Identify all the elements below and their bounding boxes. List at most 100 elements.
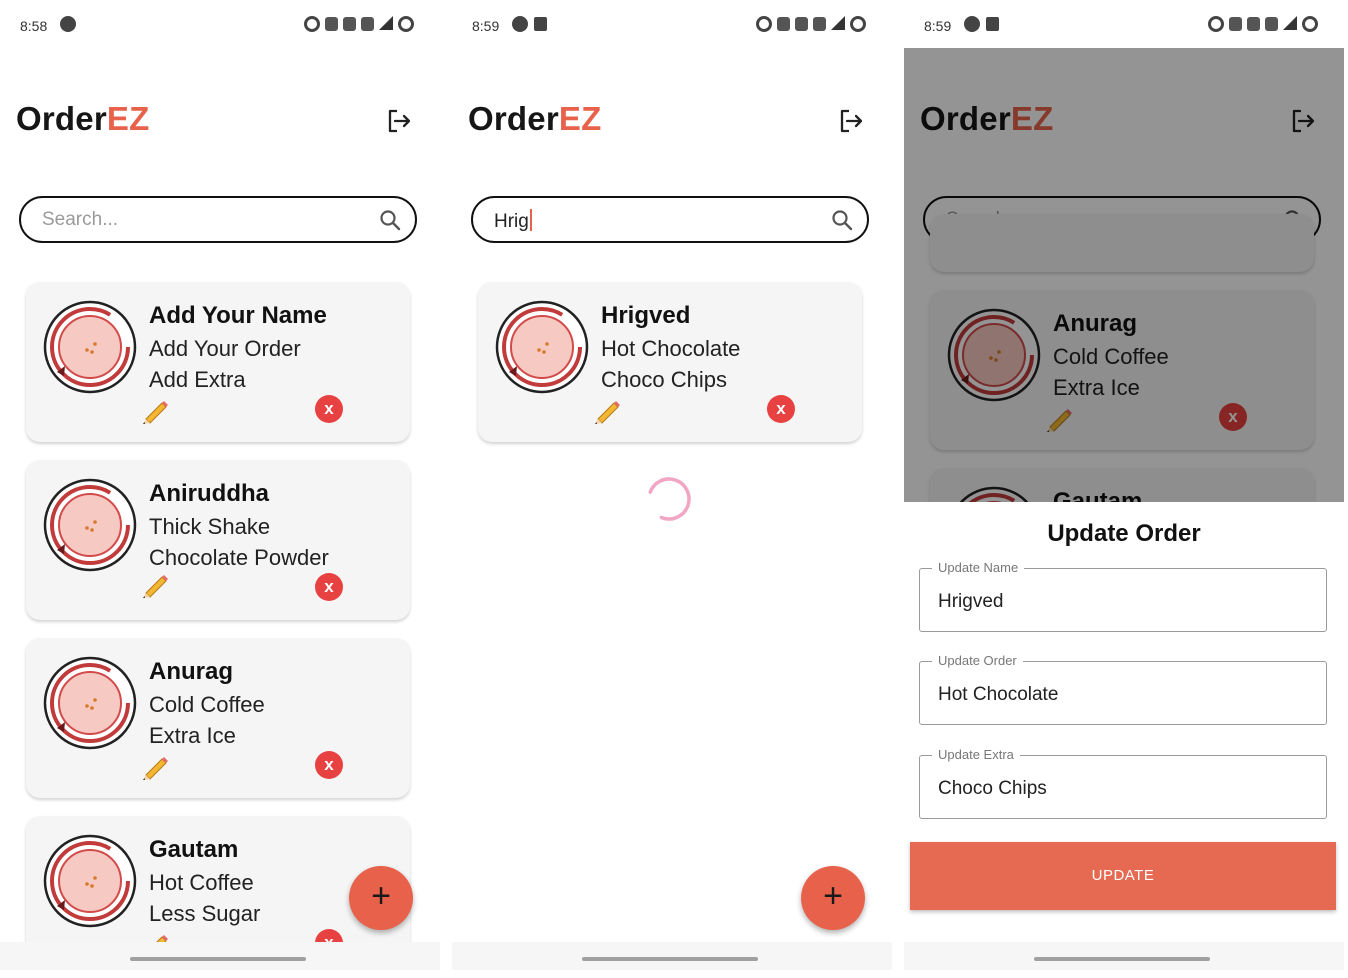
status-time: 8:59 — [472, 18, 500, 34]
dialog-title: Update Order — [1047, 520, 1201, 547]
order-name: Add Your Name — [149, 302, 327, 329]
clock-avatar-icon — [43, 834, 137, 928]
nav-bar-background — [904, 942, 1344, 970]
status-time: 8:59 — [924, 18, 952, 34]
app-logo: OrderEZ — [468, 100, 602, 137]
text-cursor — [529, 209, 532, 231]
screen-order-list: 8:58 OrderEZ Search... Add Your Name Add… — [0, 0, 440, 970]
clock-avatar-icon — [43, 300, 137, 394]
loading-spinner-icon — [647, 477, 691, 521]
update-order-field[interactable]: Update Order Hot Chocolate — [919, 653, 1327, 725]
battery-icon — [850, 16, 866, 32]
nfc-icon — [795, 17, 808, 31]
order-extra: Add Extra — [149, 367, 246, 392]
alarm-icon — [756, 16, 772, 32]
pencil-icon[interactable] — [140, 398, 170, 424]
nfc-icon — [1247, 17, 1260, 31]
pencil-icon[interactable] — [592, 398, 622, 424]
delete-button[interactable]: x — [315, 751, 343, 779]
dialog-scrim[interactable] — [904, 48, 1344, 502]
status-time: 8:58 — [20, 18, 48, 34]
add-order-button[interactable]: + — [801, 866, 865, 930]
gesture-nav-handle[interactable] — [130, 957, 306, 961]
search-bar[interactable]: Search... — [19, 196, 417, 243]
gesture-nav-handle[interactable] — [1034, 957, 1210, 961]
order-list: Add Your Name Add Your Order Add Extra x… — [26, 282, 410, 970]
vibrate-icon — [1229, 17, 1242, 31]
update-order-sheet: Update Order Update Name Hrigved Update … — [904, 502, 1344, 970]
order-extra: Choco Chips — [601, 367, 727, 392]
logout-icon[interactable] — [384, 106, 414, 136]
order-card[interactable]: Aniruddha Thick Shake Chocolate Powder x — [26, 460, 410, 620]
update-button[interactable]: UPDATE — [910, 842, 1336, 910]
update-name-input[interactable]: Hrigved — [938, 591, 1003, 613]
screen-update-dialog: 8:59 OrderEZ Search... Anurag Cold Coffe… — [904, 0, 1344, 970]
sync-icon — [60, 16, 76, 32]
delete-button[interactable]: x — [315, 395, 343, 423]
update-extra-field[interactable]: Update Extra Choco Chips — [919, 747, 1327, 819]
battery-icon — [398, 16, 414, 32]
nav-bar-background — [452, 942, 892, 970]
save-icon — [534, 17, 547, 31]
wifi-icon — [1265, 17, 1278, 31]
order-card[interactable]: Hrigved Hot Chocolate Choco Chips x — [478, 282, 862, 442]
order-extra: Chocolate Powder — [149, 545, 329, 570]
order-name: Aniruddha — [149, 480, 269, 507]
gesture-nav-handle[interactable] — [582, 957, 758, 961]
clock-avatar-icon — [43, 656, 137, 750]
vibrate-icon — [325, 17, 338, 31]
status-bar: 8:59 — [452, 14, 892, 40]
delete-button[interactable]: x — [767, 395, 795, 423]
vibrate-icon — [777, 17, 790, 31]
logout-icon[interactable] — [836, 106, 866, 136]
order-name: Hrigved — [601, 302, 691, 329]
signal-icon — [379, 16, 393, 30]
delete-button[interactable]: x — [315, 573, 343, 601]
pencil-icon[interactable] — [140, 754, 170, 780]
screen-search-results: 8:59 OrderEZ Hrig Hrigved Hot Chocolate … — [452, 0, 892, 970]
order-name: Anurag — [149, 658, 233, 685]
wifi-icon — [361, 17, 374, 31]
order-item: Add Your Order — [149, 336, 301, 361]
alarm-icon — [1208, 16, 1224, 32]
order-name: Gautam — [149, 836, 239, 863]
order-item: Thick Shake — [149, 514, 271, 539]
update-extra-input[interactable]: Choco Chips — [938, 778, 1047, 800]
order-item: Hot Chocolate — [601, 336, 741, 361]
pencil-icon[interactable] — [140, 572, 170, 598]
search-input[interactable]: Search... — [42, 209, 118, 231]
order-item: Hot Coffee — [149, 870, 254, 895]
wifi-icon — [813, 17, 826, 31]
app-logo: OrderEZ — [16, 100, 150, 137]
update-name-field[interactable]: Update Name Hrigved — [919, 560, 1327, 632]
clock-avatar-icon — [43, 478, 137, 572]
order-card[interactable]: Anurag Cold Coffee Extra Ice x — [26, 638, 410, 798]
clock-avatar-icon — [495, 300, 589, 394]
app-bar: OrderEZ — [468, 100, 876, 144]
status-bar: 8:59 — [904, 14, 1344, 40]
alarm-icon — [304, 16, 320, 32]
add-order-button[interactable]: + — [349, 866, 413, 930]
nav-bar-background — [0, 942, 440, 970]
order-extra: Less Sugar — [149, 901, 261, 926]
update-order-input[interactable]: Hot Chocolate — [938, 684, 1058, 706]
search-bar[interactable]: Hrig — [471, 196, 869, 243]
app-bar: OrderEZ — [16, 100, 424, 144]
search-icon[interactable] — [831, 209, 853, 231]
sync-icon — [512, 16, 528, 32]
search-input[interactable]: Hrig — [494, 209, 532, 233]
sync-icon — [964, 16, 980, 32]
battery-icon — [1302, 16, 1318, 32]
save-icon — [986, 17, 999, 31]
status-bar: 8:58 — [0, 14, 440, 40]
order-card[interactable]: Add Your Name Add Your Order Add Extra x — [26, 282, 410, 442]
signal-icon — [1283, 16, 1297, 30]
field-label: Update Extra — [932, 747, 1020, 762]
order-item: Cold Coffee — [149, 692, 265, 717]
field-label: Update Name — [932, 560, 1025, 575]
field-label: Update Order — [932, 653, 1023, 668]
search-icon[interactable] — [379, 209, 401, 231]
signal-icon — [831, 16, 845, 30]
order-list: Hrigved Hot Chocolate Choco Chips x — [478, 282, 862, 460]
nfc-icon — [343, 17, 356, 31]
